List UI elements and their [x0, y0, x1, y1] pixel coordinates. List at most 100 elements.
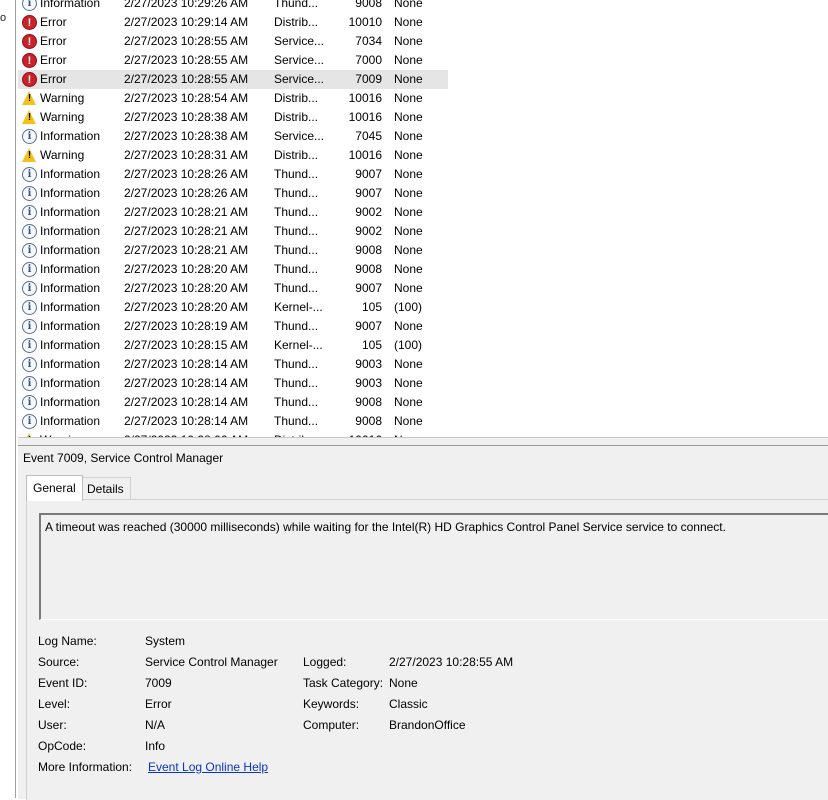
event-date-time: 2/27/2023 10:28:20 AM	[124, 281, 249, 295]
value-level: Error	[145, 697, 172, 711]
event-task-category: None	[394, 110, 423, 124]
description-text: A timeout was reached (30000 millisecond…	[45, 520, 726, 534]
event-date-time: 2/27/2023 10:28:31 AM	[124, 148, 249, 162]
event-level: Information	[40, 224, 101, 238]
event-id: 9007	[355, 186, 382, 200]
event-level: Information	[40, 395, 101, 409]
warning-icon	[22, 91, 37, 106]
event-row[interactable]: i Information 2/27/2023 10:28:26 AM Thund..…	[18, 184, 448, 203]
event-id: 7034	[355, 34, 382, 48]
information-icon: i	[22, 395, 37, 410]
event-date-time: 2/27/2023 10:28:55 AM	[124, 72, 249, 86]
event-level: Warning	[40, 110, 85, 124]
event-date-time: 2/27/2023 10:28:54 AM	[124, 91, 249, 105]
event-date-time: 2/27/2023 10:28:20 AM	[124, 300, 249, 314]
event-date-time: 2/27/2023 10:28:26 AM	[124, 186, 249, 200]
information-icon: i	[22, 224, 37, 239]
event-id: 9007	[355, 167, 382, 181]
event-row[interactable]: i Information 2/27/2023 10:28:20 AM Thund..…	[18, 279, 448, 298]
information-icon: i	[22, 357, 37, 372]
event-date-time: 2/27/2023 10:28:21 AM	[124, 205, 249, 219]
event-row[interactable]: i Information 2/27/2023 10:29:26 AM Thund..…	[18, 0, 448, 13]
event-row[interactable]: ! Error 2/27/2023 10:28:55 AM Service... 700…	[18, 70, 448, 89]
event-date-time: 2/27/2023 10:28:21 AM	[124, 243, 249, 257]
event-row[interactable]: Warning 2/27/2023 10:28:54 AM Distrib... 10…	[18, 89, 448, 108]
value-user: N/A	[145, 718, 166, 732]
description-box[interactable]: A timeout was reached (30000 millisecond…	[39, 513, 828, 620]
information-icon: i	[22, 167, 37, 182]
event-row[interactable]: i Information 2/27/2023 10:28:21 AM Thund..…	[18, 241, 448, 260]
event-date-time: 2/27/2023 10:28:14 AM	[124, 357, 249, 371]
event-row[interactable]: ! Error 2/27/2023 10:29:14 AM Distrib... 100…	[18, 13, 448, 32]
event-id: 105	[361, 338, 382, 352]
label-opcode: OpCode:	[38, 739, 87, 753]
event-id: 7000	[355, 53, 382, 67]
event-id: 105	[361, 300, 382, 314]
event-row[interactable]: i Information 2/27/2023 10:28:14 AM Thund..…	[18, 412, 448, 431]
information-icon: i	[22, 338, 37, 353]
event-task-category: None	[394, 91, 423, 105]
tab-general[interactable]: General	[26, 475, 83, 501]
event-task-category: None	[394, 34, 423, 48]
event-row[interactable]: Warning 2/27/2023 10:28:38 AM Distrib... 10…	[18, 108, 448, 127]
error-icon: !	[22, 72, 37, 87]
event-id: 7009	[355, 72, 382, 86]
event-id: 10010	[348, 15, 382, 29]
event-task-category: None	[394, 262, 423, 276]
event-source: Distrib...	[274, 91, 319, 105]
event-date-time: 2/27/2023 10:28:14 AM	[124, 395, 249, 409]
event-row[interactable]: i Information 2/27/2023 10:28:21 AM Thund..…	[18, 203, 448, 222]
tab-details[interactable]: Details	[80, 477, 131, 500]
event-source: Distrib...	[274, 15, 319, 29]
event-id: 9003	[355, 376, 382, 390]
event-source: Thund...	[274, 376, 319, 390]
event-source: Distrib...	[274, 110, 319, 124]
label-level: Level:	[38, 697, 71, 711]
event-date-time: 2/27/2023 10:28:21 AM	[124, 224, 249, 238]
event-level: Information	[40, 0, 101, 10]
event-date-time: 2/27/2023 10:28:14 AM	[124, 414, 249, 428]
event-id: 10016	[348, 110, 382, 124]
event-row[interactable]: i Information 2/27/2023 10:28:21 AM Thund..…	[18, 222, 448, 241]
event-task-category: None	[394, 72, 423, 86]
event-source: Service...	[274, 34, 325, 48]
event-source: Thund...	[274, 262, 319, 276]
error-icon: !	[22, 34, 37, 49]
event-source: Service...	[274, 53, 325, 67]
event-row[interactable]: ! Error 2/27/2023 10:28:55 AM Service... 700…	[18, 51, 448, 70]
event-id: 9008	[355, 243, 382, 257]
event-preview-pane: Event 7009, Service Control Manager Gene…	[18, 445, 828, 800]
event-date-time: 2/27/2023 10:29:14 AM	[124, 15, 249, 29]
event-row[interactable]: ! Error 2/27/2023 10:28:55 AM Service... 703…	[18, 32, 448, 51]
event-row[interactable]: i Information 2/27/2023 10:28:20 AM Kernel-…	[18, 298, 448, 317]
event-row[interactable]: i Information 2/27/2023 10:28:26 AM Thund..…	[18, 165, 448, 184]
event-row[interactable]: i Information 2/27/2023 10:28:14 AM Thund..…	[18, 355, 448, 374]
event-row[interactable]: i Information 2/27/2023 10:28:14 AM Thund..…	[18, 393, 448, 412]
event-level: Error	[40, 53, 67, 67]
event-task-category: None	[394, 243, 423, 257]
pane-splitter[interactable]	[15, 0, 16, 798]
event-row[interactable]: i Information 2/27/2023 10:28:15 AM Kernel-…	[18, 336, 448, 355]
event-source: Thund...	[274, 0, 319, 10]
events-list[interactable]: i Information 2/27/2023 10:29:26 AM Thund..…	[18, 0, 448, 450]
event-source: Thund...	[274, 205, 319, 219]
event-row[interactable]: i Information 2/27/2023 10:28:38 AM Service…	[18, 127, 448, 146]
event-title: Event 7009, Service Control Manager	[23, 451, 224, 465]
event-id: 9002	[355, 205, 382, 219]
event-id: 10016	[348, 148, 382, 162]
event-row[interactable]: i Information 2/27/2023 10:28:14 AM Thund..…	[18, 374, 448, 393]
event-task-category: (100)	[394, 300, 423, 314]
event-date-time: 2/27/2023 10:28:55 AM	[124, 34, 249, 48]
event-row[interactable]: i Information 2/27/2023 10:28:19 AM Thund..…	[18, 317, 448, 336]
event-row[interactable]: Warning 2/27/2023 10:28:31 AM Distrib... 10…	[18, 146, 448, 165]
event-log-online-help-link[interactable]: Event Log Online Help	[148, 760, 268, 774]
event-task-category: (100)	[394, 338, 423, 352]
event-source: Kernel-...	[274, 338, 323, 352]
event-level: Error	[40, 34, 67, 48]
event-level: Information	[40, 243, 101, 257]
event-row[interactable]: i Information 2/27/2023 10:28:20 AM Thund..…	[18, 260, 448, 279]
event-level: Error	[40, 15, 67, 29]
event-task-category: None	[394, 205, 423, 219]
error-icon: !	[22, 53, 37, 68]
label-user: User:	[38, 718, 67, 732]
